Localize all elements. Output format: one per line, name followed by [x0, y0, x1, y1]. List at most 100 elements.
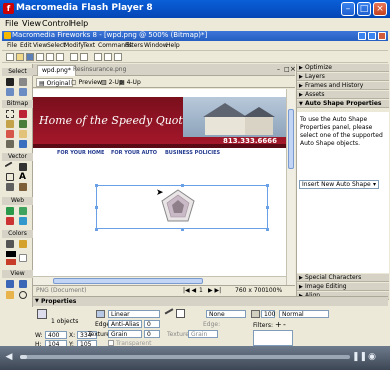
blur-tool-icon[interactable]: [6, 140, 14, 148]
maximize-button[interactable]: □: [357, 2, 371, 16]
print-icon[interactable]: [56, 53, 64, 61]
texture-amount-field[interactable]: 0: [144, 330, 160, 338]
edge-amount-field[interactable]: 0: [144, 320, 160, 328]
edge-select[interactable]: Anti-Alias: [108, 320, 142, 328]
swap-colors-icon[interactable]: [19, 254, 27, 262]
stroke-texture-select[interactable]: Grain: [188, 330, 218, 338]
canvas[interactable]: Home of the Speedy Quote 813.333.6666 FO…: [33, 89, 286, 285]
selection-handle[interactable]: [266, 206, 269, 209]
tab-resinsurance[interactable]: Resinsurance.png: [69, 65, 130, 76]
nav-business[interactable]: BUSINESS POLICIES: [165, 150, 220, 156]
zoom-level[interactable]: 100%: [265, 287, 282, 294]
fw-menu-select[interactable]: Select: [47, 42, 66, 49]
doc-restore-icon[interactable]: □: [284, 66, 290, 73]
stroke-type-select[interactable]: None: [206, 310, 246, 318]
panel-frames-history[interactable]: ▶ Frames and History: [297, 82, 389, 90]
frame-next-icon[interactable]: ▶ ▶|: [208, 287, 221, 294]
properties-header[interactable]: ▼ Properties: [33, 297, 388, 306]
opacity-field[interactable]: 100: [261, 310, 275, 318]
copy-icon[interactable]: [104, 53, 112, 61]
cut-icon[interactable]: [94, 53, 102, 61]
hotspot-tool-icon[interactable]: [6, 207, 14, 215]
line-tool-icon[interactable]: [4, 161, 16, 173]
brush-tool-icon[interactable]: [19, 120, 27, 128]
minimize-button[interactable]: –: [341, 2, 355, 16]
fw-menu-help[interactable]: Help: [166, 42, 180, 49]
new-icon[interactable]: [6, 53, 14, 61]
slice-tool-icon[interactable]: [19, 207, 27, 215]
play-pause-icon[interactable]: ❚❚: [352, 352, 367, 362]
selection-handle[interactable]: [95, 184, 98, 187]
lasso-tool-icon[interactable]: [19, 110, 27, 118]
horizontal-scroll-thumb[interactable]: [53, 278, 203, 284]
rectangle-tool-icon[interactable]: [6, 173, 14, 181]
fw-menu-file[interactable]: File: [7, 42, 17, 49]
undo-icon[interactable]: [70, 53, 78, 61]
selection-handle[interactable]: [95, 206, 98, 209]
vertical-scroll-thumb[interactable]: [288, 109, 294, 169]
crop-tool-icon[interactable]: [19, 88, 27, 96]
pencil-tool-icon[interactable]: [6, 130, 14, 138]
full-screen-icon[interactable]: [19, 280, 27, 288]
fw-close-button[interactable]: [378, 32, 386, 40]
menu-control[interactable]: Control: [42, 19, 71, 28]
doc-close-icon[interactable]: ×: [290, 65, 296, 73]
menu-view[interactable]: View: [22, 19, 41, 28]
menu-help[interactable]: Help: [70, 19, 88, 28]
knife-tool-icon[interactable]: [19, 183, 27, 191]
fw-maximize-button[interactable]: [368, 32, 376, 40]
marquee-tool-icon[interactable]: [6, 110, 14, 118]
nav-home[interactable]: FOR YOUR HOME: [57, 150, 104, 156]
view-4up[interactable]: ▦ 4-Up: [117, 78, 143, 87]
show-slices-icon[interactable]: [19, 217, 27, 225]
paste-icon[interactable]: [114, 53, 122, 61]
redo-icon[interactable]: [80, 53, 88, 61]
selection-handle[interactable]: [181, 228, 184, 231]
import-icon[interactable]: [36, 53, 44, 61]
fw-menu-modify[interactable]: Modify: [64, 42, 84, 49]
doc-minimize-icon[interactable]: –: [277, 66, 280, 73]
add-filter-icon[interactable]: +: [275, 320, 282, 329]
open-icon[interactable]: [16, 53, 24, 61]
volume-icon[interactable]: ◉: [367, 352, 377, 362]
pointer-tool-icon[interactable]: [6, 78, 14, 86]
frame-controls-icon[interactable]: |◀ ◀: [183, 287, 196, 294]
selection-handle[interactable]: [266, 184, 269, 187]
stroke-color-box[interactable]: [176, 309, 185, 318]
fill-type-select[interactable]: Linear: [108, 310, 160, 318]
text-tool-icon[interactable]: A: [19, 172, 26, 182]
subselect-tool-icon[interactable]: [19, 78, 27, 86]
fw-menu-window[interactable]: Window: [144, 42, 168, 49]
nav-auto[interactable]: FOR YOUR AUTO: [111, 150, 157, 156]
playback-progress[interactable]: [20, 355, 350, 359]
menu-file[interactable]: File: [5, 19, 18, 28]
panel-image-editing[interactable]: ▶ Image Editing: [297, 283, 389, 291]
export-icon[interactable]: [46, 53, 54, 61]
fw-menu-edit[interactable]: Edit: [20, 42, 32, 49]
fill-color-swatch[interactable]: [6, 259, 16, 265]
pentagon-image-shape[interactable]: [161, 189, 195, 223]
freeform-tool-icon[interactable]: [6, 183, 14, 191]
scale-tool-icon[interactable]: [6, 88, 14, 96]
panel-special-characters[interactable]: ▶ Special Characters: [297, 274, 389, 282]
fw-minimize-button[interactable]: [358, 32, 366, 40]
hand-tool-icon[interactable]: [6, 291, 14, 299]
width-field[interactable]: 400: [45, 331, 67, 339]
fill-bucket-icon[interactable]: [96, 310, 105, 318]
close-button[interactable]: ×: [373, 2, 387, 16]
eyedropper-tool-icon[interactable]: [6, 240, 14, 248]
vertical-scrollbar[interactable]: [286, 89, 295, 285]
stroke-color-swatch[interactable]: [6, 251, 16, 257]
blend-mode-select[interactable]: Normal: [279, 310, 329, 318]
rubber-stamp-tool-icon[interactable]: [19, 140, 27, 148]
remove-filter-icon[interactable]: -: [283, 320, 286, 329]
panel-layers[interactable]: ▶ Layers: [297, 73, 389, 81]
filters-list[interactable]: [253, 330, 293, 346]
save-icon[interactable]: [26, 53, 34, 61]
panel-assets[interactable]: ▶ Assets: [297, 91, 389, 99]
zoom-tool-icon[interactable]: [19, 291, 27, 299]
fw-menu-view[interactable]: View: [33, 42, 47, 49]
selection-handle[interactable]: [181, 184, 184, 187]
horizontal-scrollbar[interactable]: [33, 276, 286, 285]
rewind-icon[interactable]: ◀: [4, 352, 14, 362]
